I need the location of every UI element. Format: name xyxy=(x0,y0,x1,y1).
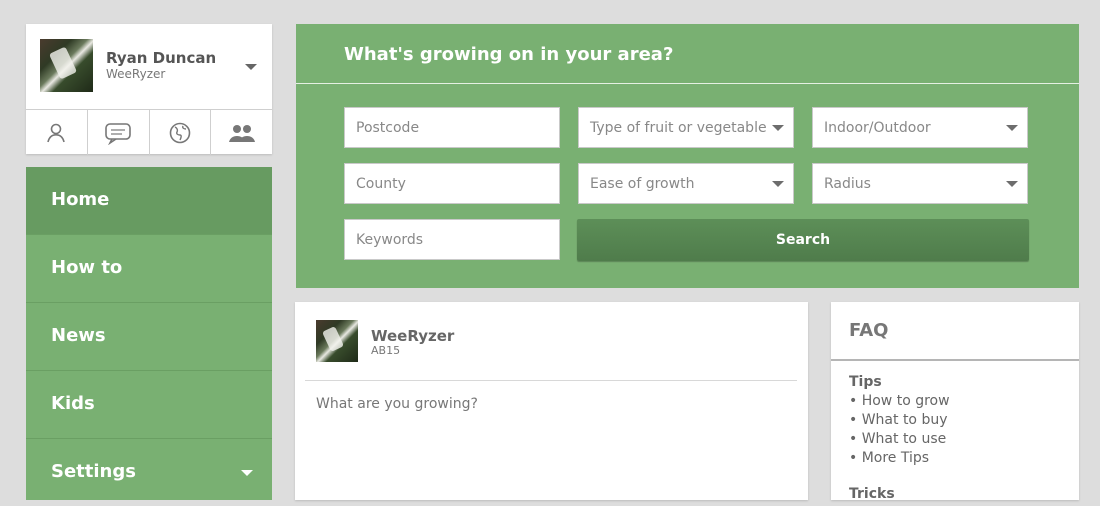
sidebar-item-label: How to xyxy=(51,257,123,278)
indoor-outdoor-placeholder: Indoor/Outdoor xyxy=(824,120,931,136)
county-input[interactable]: County xyxy=(344,163,560,204)
chat-icon xyxy=(105,122,131,145)
profile-action-user[interactable] xyxy=(26,110,88,155)
sidebar-nav: Home How to News Kids Settings xyxy=(26,167,272,500)
ease-of-growth-placeholder: Ease of growth xyxy=(590,176,695,192)
postcode-placeholder: Postcode xyxy=(356,120,420,136)
group-icon xyxy=(228,124,255,142)
profile-name: Ryan Duncan xyxy=(106,49,217,67)
post-location: AB15 xyxy=(371,344,401,357)
chevron-down-icon xyxy=(1006,125,1018,131)
divider xyxy=(305,380,797,381)
faq-link-how-to-grow[interactable]: • How to grow xyxy=(849,393,950,409)
chevron-down-icon xyxy=(772,181,784,187)
indoor-outdoor-select[interactable]: Indoor/Outdoor xyxy=(812,107,1028,148)
sidebar-item-kids[interactable]: Kids xyxy=(26,371,272,439)
chevron-down-icon xyxy=(241,470,253,476)
keywords-input[interactable]: Keywords xyxy=(344,219,560,260)
profile-header[interactable]: Ryan Duncan WeeRyzer xyxy=(26,24,272,109)
sidebar-item-label: Home xyxy=(51,189,110,210)
profile-card: Ryan Duncan WeeRyzer xyxy=(26,24,272,155)
profile-action-globe[interactable] xyxy=(150,110,212,155)
divider xyxy=(831,359,1079,361)
faq-link-what-to-use[interactable]: • What to use xyxy=(849,431,946,447)
sidebar-item-news[interactable]: News xyxy=(26,303,272,371)
search-title: What's growing on in your area? xyxy=(344,44,674,65)
postcode-input[interactable]: Postcode xyxy=(344,107,560,148)
produce-type-placeholder: Type of fruit or vegetable xyxy=(590,120,767,136)
search-panel: What's growing on in your area? Postcode… xyxy=(296,24,1079,288)
county-placeholder: County xyxy=(356,176,406,192)
profile-handle: WeeRyzer xyxy=(106,67,166,81)
sidebar-item-how-to[interactable]: How to xyxy=(26,235,272,303)
sidebar-item-label: News xyxy=(51,325,106,346)
produce-type-select[interactable]: Type of fruit or vegetable xyxy=(578,107,794,148)
globe-icon xyxy=(169,122,191,143)
profile-action-group[interactable] xyxy=(211,110,272,155)
faq-link-what-to-buy[interactable]: • What to buy xyxy=(849,412,948,428)
faq-title: FAQ xyxy=(849,320,889,341)
chevron-down-icon xyxy=(772,125,784,131)
chevron-down-icon[interactable] xyxy=(245,64,257,70)
avatar[interactable] xyxy=(316,320,358,362)
sidebar-item-label: Settings xyxy=(51,461,136,482)
faq-section-tips: Tips xyxy=(849,374,882,390)
chevron-down-icon xyxy=(1006,181,1018,187)
sidebar-item-settings[interactable]: Settings xyxy=(26,439,272,506)
faq-link-more-tips[interactable]: • More Tips xyxy=(849,450,929,466)
post-composer: WeeRyzer AB15 What are you growing? xyxy=(295,302,808,500)
ease-of-growth-select[interactable]: Ease of growth xyxy=(578,163,794,204)
keywords-placeholder: Keywords xyxy=(356,232,424,248)
search-button[interactable]: Search xyxy=(577,219,1029,261)
sidebar-item-label: Kids xyxy=(51,393,95,414)
radius-select[interactable]: Radius xyxy=(812,163,1028,204)
radius-placeholder: Radius xyxy=(824,176,871,192)
sidebar-item-home[interactable]: Home xyxy=(26,167,272,235)
profile-action-chat[interactable] xyxy=(88,110,150,155)
profile-actions xyxy=(26,109,272,155)
divider xyxy=(296,83,1079,84)
user-icon xyxy=(47,123,66,142)
faq-card: FAQ Tips • How to grow • What to buy • W… xyxy=(831,302,1079,502)
avatar[interactable] xyxy=(40,39,93,92)
post-username: WeeRyzer xyxy=(371,327,455,345)
post-input[interactable]: What are you growing? xyxy=(316,396,478,412)
